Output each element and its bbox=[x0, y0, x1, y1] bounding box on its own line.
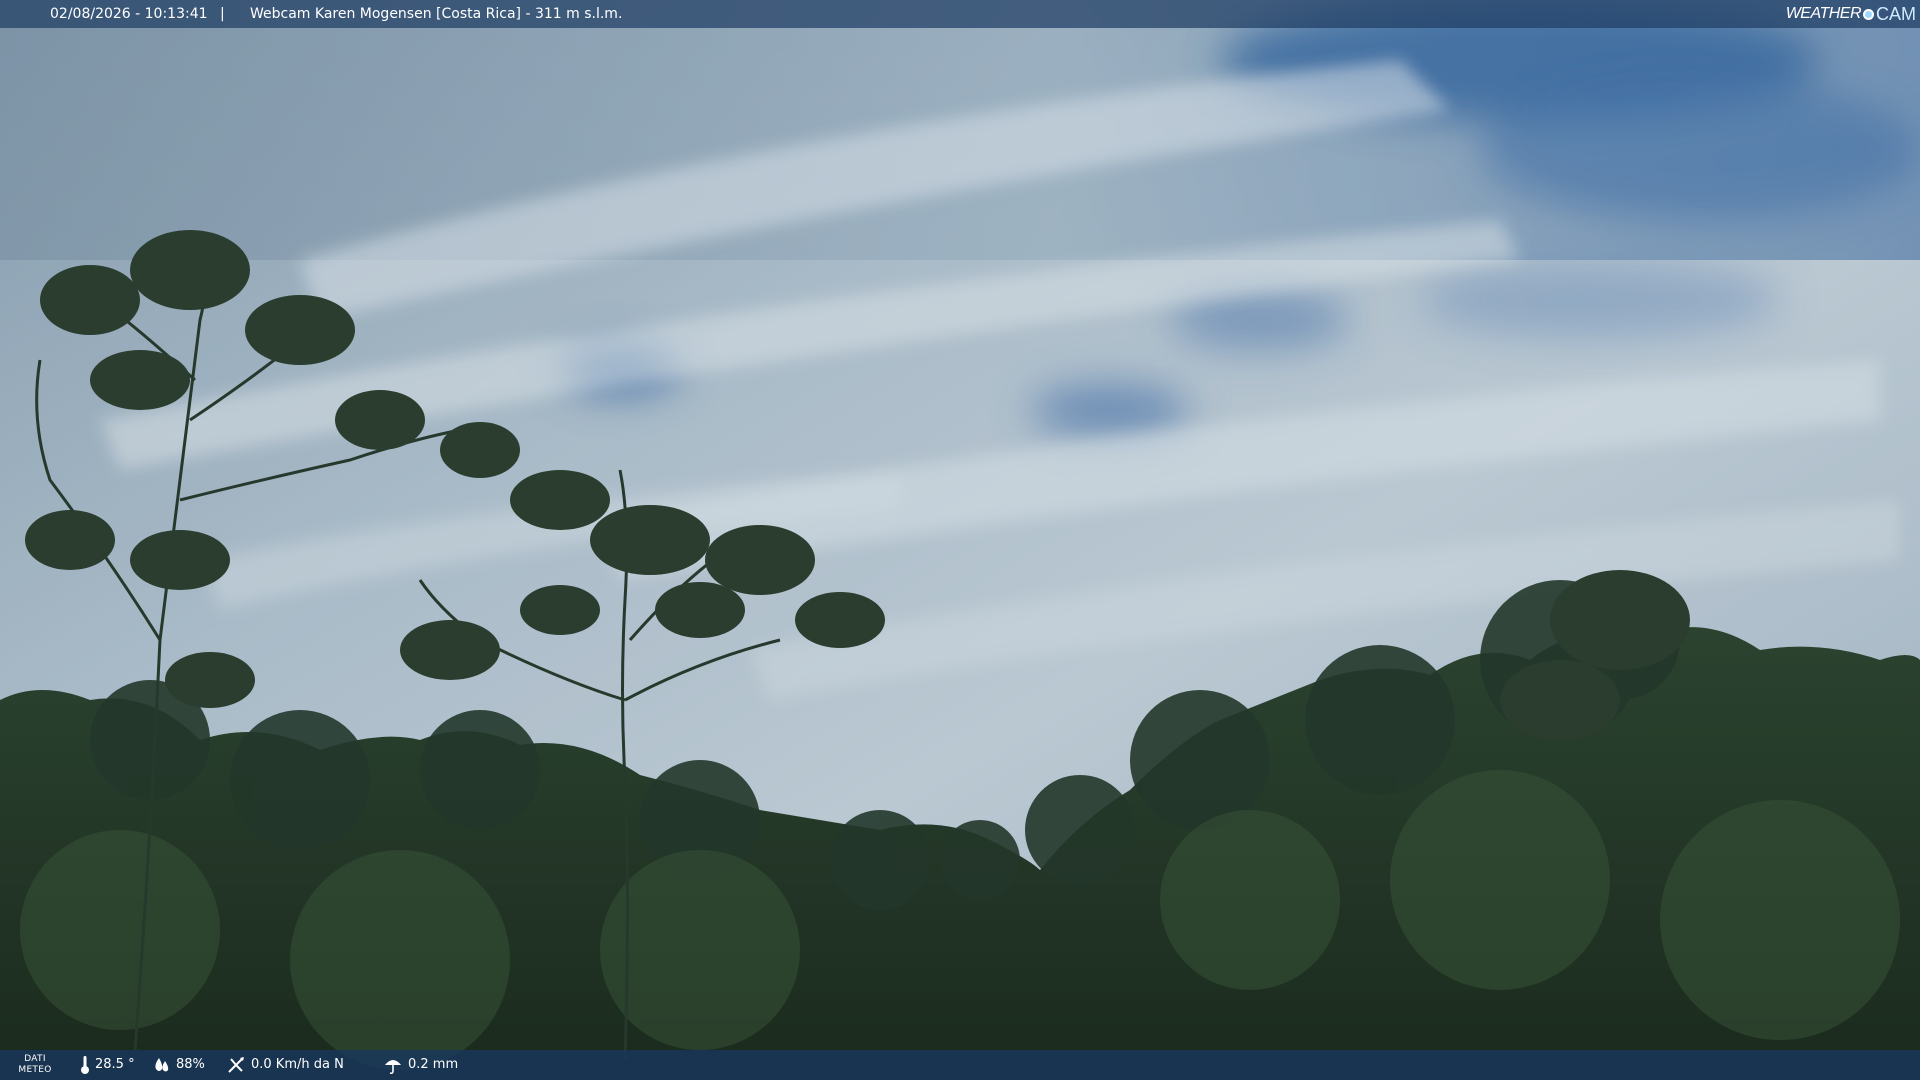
humidity-reading: 88% bbox=[153, 1050, 205, 1080]
rain-umbrella-icon bbox=[385, 1060, 401, 1075]
webcam-title: Webcam Karen Mogensen [Costa Rica] - 311… bbox=[250, 6, 623, 22]
wind-direction-icon bbox=[228, 1057, 244, 1073]
weather-data-label-line2: METEO bbox=[18, 1065, 52, 1075]
thermometer-icon bbox=[81, 1056, 89, 1074]
header-separator: | bbox=[220, 6, 225, 22]
rain-reading: 0.2 mm bbox=[383, 1050, 458, 1080]
temperature-value: 28.5 ° bbox=[95, 1057, 135, 1072]
logo-text-weather: WEATHER bbox=[1785, 5, 1862, 22]
webcam-image bbox=[0, 0, 1920, 1080]
wind-reading: 0.0 Km/h da N bbox=[226, 1050, 344, 1080]
rain-value: 0.2 mm bbox=[408, 1057, 459, 1072]
temperature-reading: 28.5 ° bbox=[80, 1050, 135, 1080]
timestamp: 02/08/2026 - 10:13:41 bbox=[50, 6, 208, 22]
weather-data-bar: DATI METEO 28.5 ° 88% 0.0 Km/h da N 0.2 … bbox=[0, 1050, 1920, 1080]
wind-value: 0.0 Km/h da N bbox=[251, 1057, 344, 1072]
logo-text-cam: CAM bbox=[1876, 4, 1916, 24]
header-bar: 02/08/2026 - 10:13:41 | Webcam Karen Mog… bbox=[0, 0, 1920, 28]
weather-data-label: DATI METEO bbox=[14, 1054, 56, 1076]
weather-data-label-line1: DATI bbox=[24, 1054, 46, 1064]
logo-dot-icon bbox=[1863, 8, 1874, 20]
landscape-photo bbox=[0, 0, 1920, 1080]
weathercam-logo: WEATHER CAM bbox=[1786, 3, 1916, 25]
humidity-drops-icon bbox=[155, 1058, 169, 1072]
humidity-value: 88% bbox=[176, 1057, 205, 1072]
